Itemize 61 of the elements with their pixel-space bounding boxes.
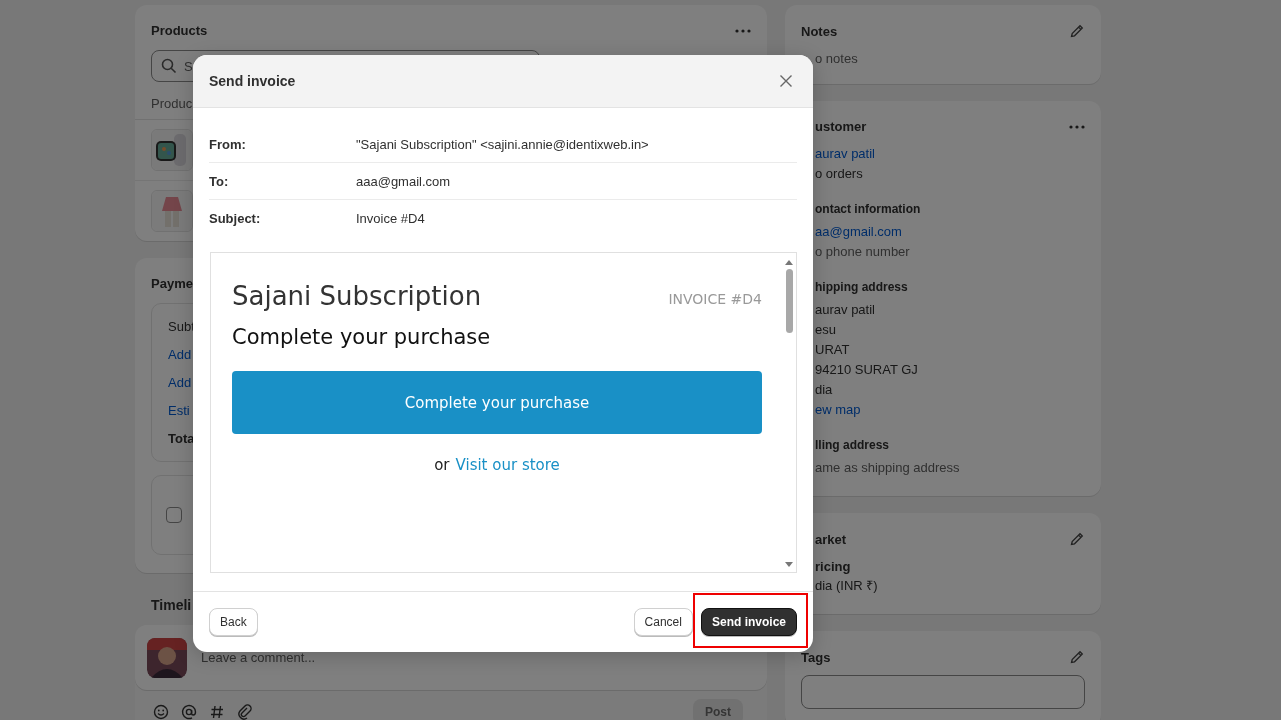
field-label: Subject: xyxy=(209,210,262,226)
card-title: Products xyxy=(151,23,208,38)
close-icon[interactable] xyxy=(779,74,793,88)
customer-detail[interactable]: ew map xyxy=(815,400,861,420)
section-heading: hipping address xyxy=(815,280,908,294)
market-value: dia (INR ₹) xyxy=(815,577,878,595)
scrollbar-thumb[interactable] xyxy=(785,269,793,333)
section-heading: lling address xyxy=(815,438,890,452)
emoji-icon[interactable] xyxy=(153,704,169,720)
customer-detail: ame as shipping address xyxy=(815,459,960,477)
customer-detail: 94210 SURAT GJ xyxy=(815,361,918,379)
notes-text: o notes xyxy=(815,51,858,66)
mention-icon[interactable] xyxy=(181,704,197,720)
field-label: To: xyxy=(209,173,230,189)
edit-icon[interactable] xyxy=(1069,531,1085,547)
cancel-button[interactable]: Cancel xyxy=(633,608,693,636)
summary-label[interactable]: Add xyxy=(168,374,192,391)
send-invoice-button[interactable]: Send invoice xyxy=(700,608,797,636)
customer-detail[interactable]: aurav patil xyxy=(815,144,875,164)
customer-detail: o phone number xyxy=(815,243,910,261)
edit-icon[interactable] xyxy=(1069,23,1085,39)
customer-detail: aurav patil xyxy=(815,301,875,319)
more-icon[interactable] xyxy=(735,28,751,33)
dialog-title: Send invoice xyxy=(209,73,296,89)
card-title: Tags xyxy=(801,649,831,665)
hashtag-icon[interactable] xyxy=(209,704,225,720)
back-button[interactable]: Back xyxy=(209,608,258,636)
customer-detail: URAT xyxy=(815,341,850,359)
card-title: ustomer xyxy=(815,119,867,134)
post-button[interactable]: Post xyxy=(693,699,743,720)
market-label: ricing xyxy=(815,559,851,574)
section-heading: ontact information xyxy=(815,202,921,216)
card-title: Payme xyxy=(151,276,194,291)
customer-detail: dia xyxy=(815,381,833,399)
field-value: aaa@gmail.com xyxy=(356,173,451,189)
attachment-icon[interactable] xyxy=(237,704,253,720)
scroll-down-icon[interactable] xyxy=(785,562,793,568)
purchase-button[interactable]: Complete your purchase xyxy=(232,371,762,434)
scroll-up-icon[interactable] xyxy=(785,259,793,265)
summary-label: Subt xyxy=(168,318,195,335)
field-label: From: xyxy=(209,136,247,152)
checkbox[interactable] xyxy=(166,507,182,523)
more-icon[interactable] xyxy=(1069,124,1085,129)
shop-name: Sajani Subscription xyxy=(232,281,482,311)
field-value: Invoice #D4 xyxy=(356,210,425,226)
invoice-number: INVOICE #D4 xyxy=(668,291,762,309)
email-heading: Complete your purchase xyxy=(232,325,492,349)
or-text: or xyxy=(434,456,450,474)
section-title: Timeli xyxy=(150,597,192,613)
summary-label[interactable]: Add xyxy=(168,346,192,363)
summary-label[interactable]: Esti xyxy=(168,402,190,419)
customer-detail: esu xyxy=(815,321,836,339)
customer-detail: o orders xyxy=(815,165,863,183)
card-title: Notes xyxy=(801,23,838,39)
card-title: arket xyxy=(815,531,847,547)
field-value: "Sajani Subscription" <sajini.annie@identixweb.in> xyxy=(356,136,649,152)
search-icon xyxy=(161,58,177,74)
store-link[interactable]: Visit our store xyxy=(455,456,560,474)
tags-field[interactable] xyxy=(801,675,1085,709)
edit-icon[interactable] xyxy=(1069,649,1085,665)
customer-detail[interactable]: aa@gmail.com xyxy=(815,222,902,242)
